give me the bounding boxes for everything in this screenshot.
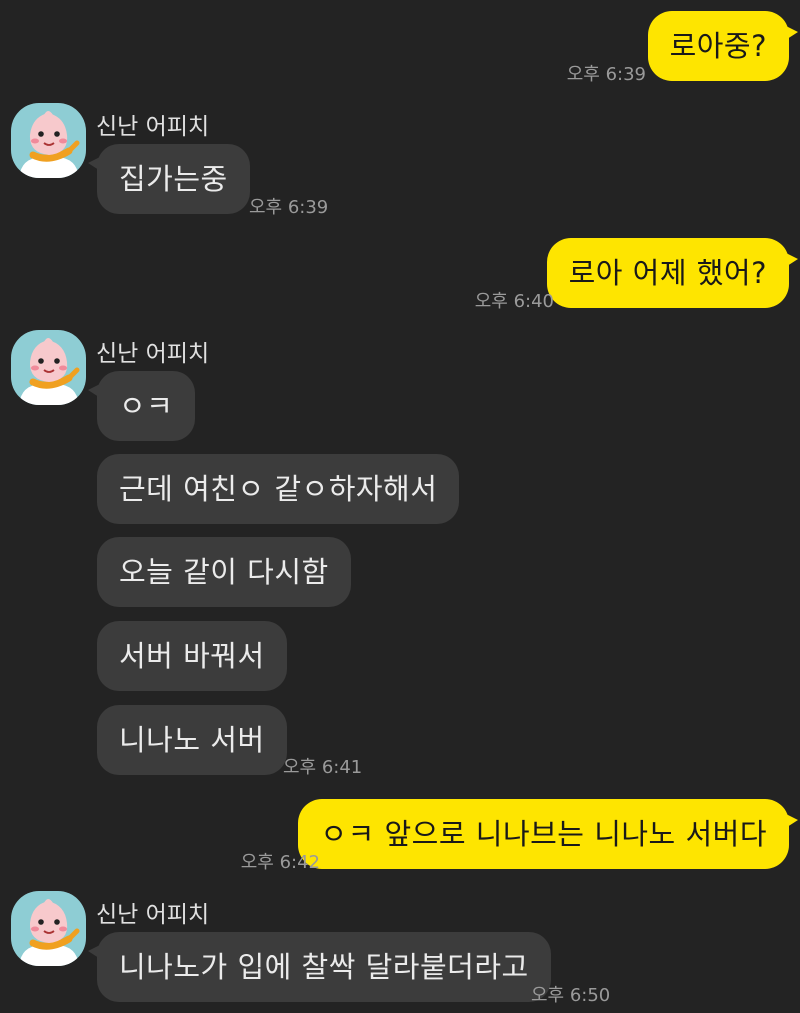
outgoing-message-bubble[interactable]: 로아중?	[647, 11, 799, 81]
message-timestamp: 오후 6:39	[249, 197, 329, 218]
apeach-icon	[19, 899, 80, 966]
profile-avatar[interactable]	[11, 330, 86, 405]
message-timestamp: 오후 6:40	[474, 291, 554, 312]
incoming-message-bubble[interactable]: 오늘 같이 다시함	[97, 537, 351, 607]
apeach-icon	[19, 111, 80, 178]
incoming-message-bubble[interactable]: 니나노 서버	[97, 705, 287, 775]
incoming-message-bubble[interactable]: 근데 여친ㅇ 같ㅇ하자해서	[97, 454, 460, 524]
message-timestamp: 오후 6:39	[566, 64, 646, 85]
incoming-message-bubble[interactable]: ㅇㅋ	[87, 371, 196, 441]
outgoing-message-bubble[interactable]: ㅇㅋ 앞으로 니나브는 니나노 서버다	[298, 799, 798, 869]
sender-name: 신난 어피치	[96, 114, 210, 140]
outgoing-message-bubble[interactable]: 로아 어제 했어?	[546, 238, 799, 308]
apeach-icon	[19, 338, 80, 405]
profile-avatar[interactable]	[11, 103, 86, 178]
message-timestamp: 오후 6:50	[531, 985, 611, 1006]
message-timestamp: 오후 6:42	[240, 852, 320, 873]
incoming-message-bubble[interactable]: 니나노가 입에 찰싹 달라붙더라고	[88, 932, 551, 1002]
sender-name: 신난 어피치	[96, 902, 210, 928]
incoming-message-bubble[interactable]: 서버 바꿔서	[97, 621, 287, 691]
profile-avatar[interactable]	[11, 891, 86, 966]
message-timestamp: 오후 6:41	[283, 757, 363, 778]
sender-name: 신난 어피치	[96, 341, 210, 367]
incoming-message-bubble[interactable]: 집가는중	[88, 144, 250, 214]
